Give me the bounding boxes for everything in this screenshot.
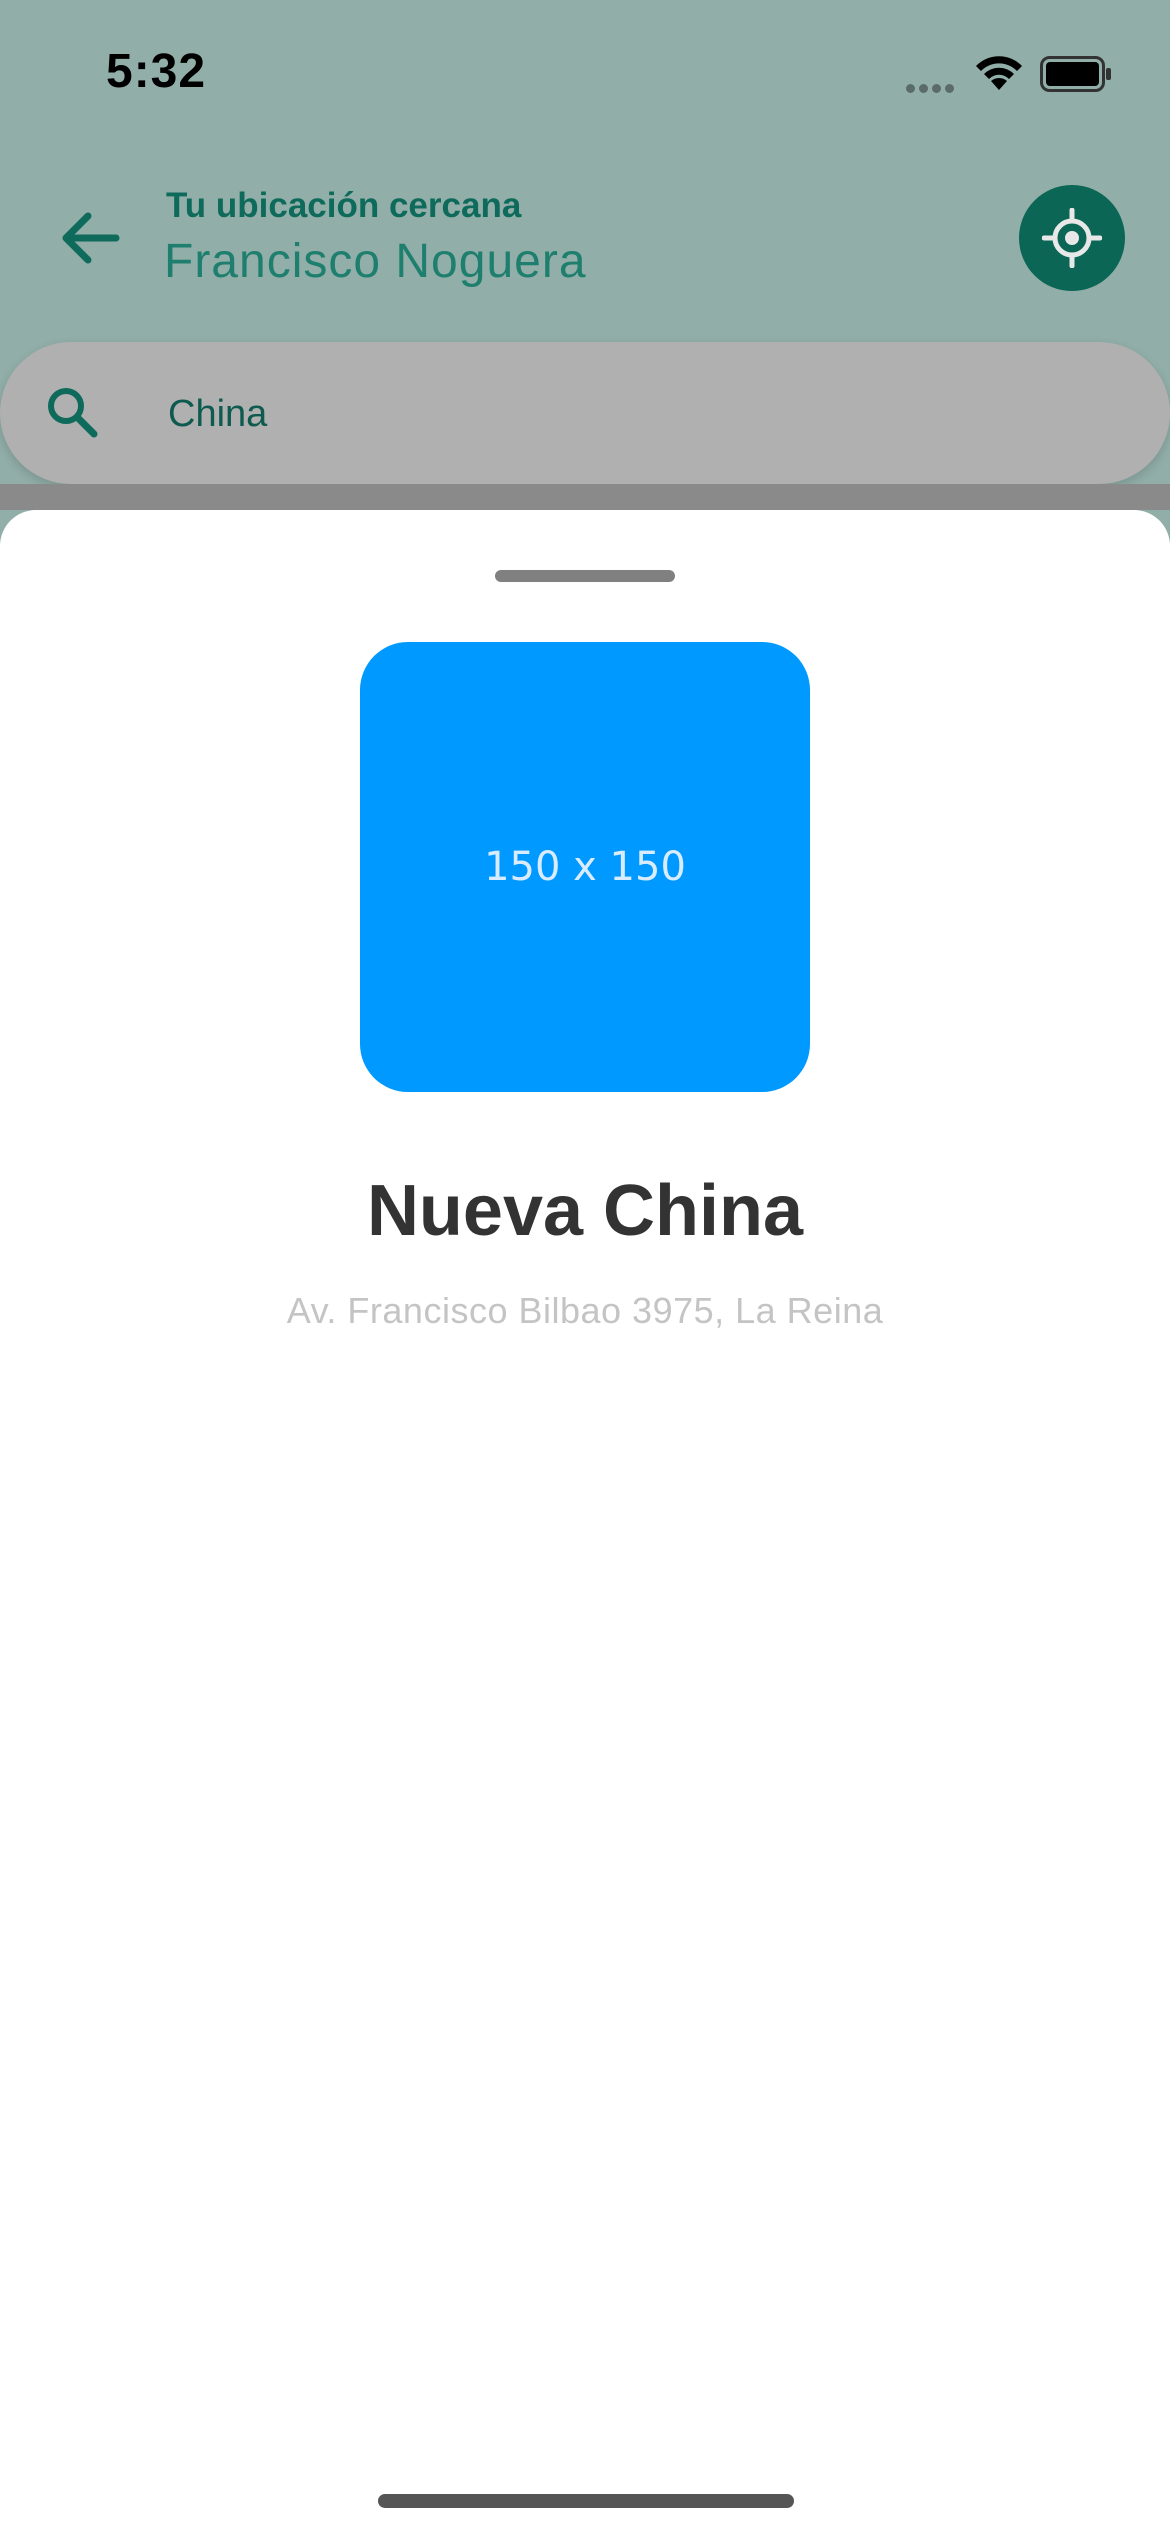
top-bar: Tu ubicación cercana Francisco Noguera xyxy=(0,150,1170,330)
status-time: 5:32 xyxy=(106,45,207,98)
place-image-label: 150 x 150 xyxy=(484,844,686,890)
location-value[interactable]: Francisco Noguera xyxy=(164,234,587,289)
search-input[interactable] xyxy=(166,380,1070,448)
home-indicator xyxy=(378,2494,794,2508)
place-image: 150 x 150 xyxy=(360,642,810,1092)
status-bar: 5:32 xyxy=(0,0,1170,150)
signal-icon xyxy=(906,80,958,93)
crosshair-icon xyxy=(1042,208,1102,268)
overlay-strip xyxy=(0,484,1170,510)
wifi-icon xyxy=(976,56,1022,90)
drag-handle[interactable] xyxy=(495,570,675,582)
location-label: Tu ubicación cercana xyxy=(166,186,522,225)
locate-me-button[interactable] xyxy=(1019,185,1125,291)
battery-icon xyxy=(1040,56,1111,92)
search-icon xyxy=(48,388,98,438)
place-address: Av. Francisco Bilbao 3975, La Reina xyxy=(286,1290,884,1331)
bottom-sheet: 150 x 150 Nueva China Av. Francisco Bilb… xyxy=(0,510,1170,2532)
search-bar[interactable] xyxy=(0,342,1170,484)
arrow-left-icon[interactable] xyxy=(54,200,130,276)
place-name: Nueva China xyxy=(366,1171,804,1251)
